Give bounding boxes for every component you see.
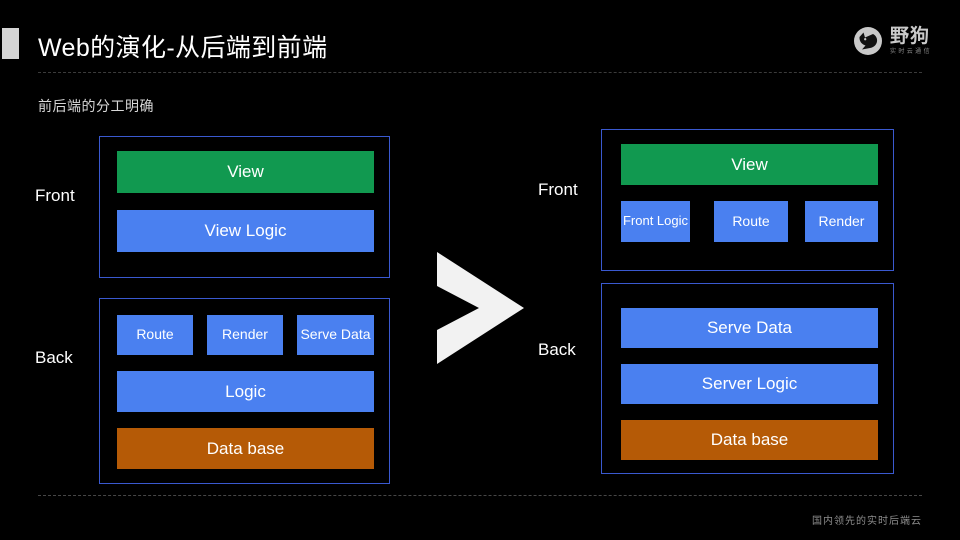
brand-name: 野狗 xyxy=(889,26,930,47)
box-label: Data base xyxy=(206,438,285,458)
left-back-box-serve-data: Serve Data xyxy=(297,315,374,355)
left-back-box-render: Render xyxy=(207,315,283,355)
right-front-label: Front xyxy=(538,180,578,199)
chevron-right-icon xyxy=(437,252,524,364)
box-label: Front Logic xyxy=(622,213,689,229)
left-front-box-view-logic: View Logic xyxy=(117,210,374,252)
right-back-frame: Serve Data Server Logic Data base xyxy=(601,283,894,474)
box-label: Serve Data xyxy=(300,326,371,343)
box-label: Serve Data xyxy=(706,318,793,338)
left-front-frame: View View Logic xyxy=(99,136,390,278)
left-front-box-view: View xyxy=(117,151,374,193)
box-label: View xyxy=(227,162,264,182)
box-label: Route xyxy=(732,212,770,229)
box-label: Data base xyxy=(710,430,789,450)
title-accent-square xyxy=(2,28,19,59)
box-label: Route xyxy=(136,326,174,343)
box-label: Logic xyxy=(225,381,266,401)
page-title: Web的演化-从后端到前端 xyxy=(38,34,328,62)
left-back-box-logic: Logic xyxy=(117,371,374,412)
left-back-label: Back xyxy=(35,348,73,367)
right-back-label: Back xyxy=(538,340,576,359)
wolf-head-icon xyxy=(853,27,882,55)
box-label: View Logic xyxy=(204,221,287,241)
right-front-frame: View Front Logic Route Render xyxy=(601,129,894,271)
footer-note: 国内领先的实时后端云 xyxy=(812,516,922,527)
box-label: Server Logic xyxy=(701,374,798,394)
box-label: View xyxy=(731,154,768,174)
brand-logo: 野狗 实时云通信 xyxy=(853,22,932,60)
right-back-box-serve-data: Serve Data xyxy=(621,308,878,348)
left-back-box-database: Data base xyxy=(117,428,374,469)
left-back-frame: Route Render Serve Data Logic Data base xyxy=(99,298,390,484)
brand-tagline: 实时云通信 xyxy=(889,49,932,55)
right-front-box-route: Route xyxy=(714,201,788,242)
footer-divider xyxy=(38,495,922,496)
right-back-box-server-logic: Server Logic xyxy=(621,364,878,404)
page-subtitle: 前后端的分工明确 xyxy=(38,98,154,114)
box-label: Render xyxy=(222,326,268,343)
right-back-box-database: Data base xyxy=(621,420,878,460)
right-front-box-view: View xyxy=(621,144,878,185)
right-front-box-front-logic: Front Logic xyxy=(621,201,690,242)
right-front-box-render: Render xyxy=(805,201,878,242)
left-back-box-route: Route xyxy=(117,315,193,355)
left-front-label: Front xyxy=(35,186,75,205)
header-divider xyxy=(38,72,922,73)
box-label: Render xyxy=(818,212,865,229)
